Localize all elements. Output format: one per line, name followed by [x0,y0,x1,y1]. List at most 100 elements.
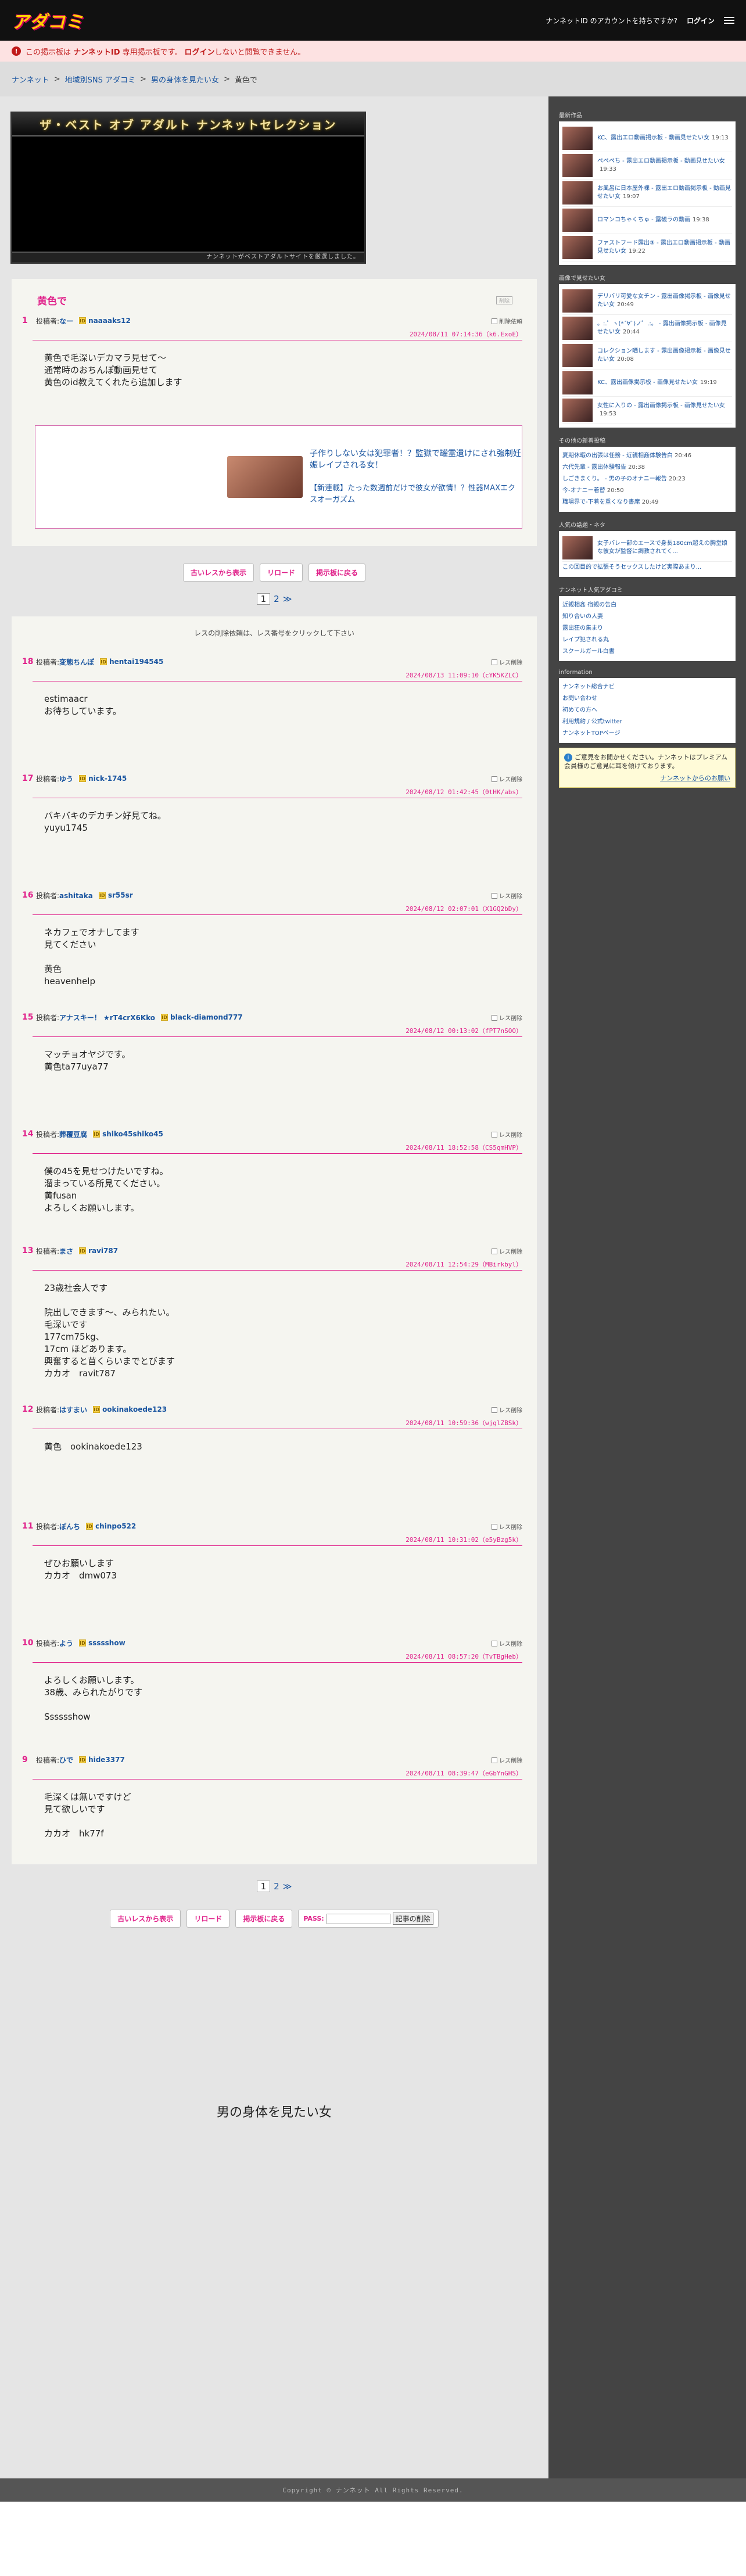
checkbox-icon[interactable] [492,318,497,324]
sidebar-link[interactable]: 近親相姦 宿親の告白 [562,600,732,611]
breadcrumb-item[interactable]: 男の身体を見たい女 [151,74,219,85]
post-id[interactable]: ID chinpo522 [86,1522,136,1530]
page-next[interactable]: 2 [274,1881,279,1892]
post-delete[interactable]: レス削除 [492,1247,522,1255]
post-id[interactable]: ID hentai194545 [100,658,163,666]
post-id[interactable]: ID sr55sr [98,891,133,899]
sidebar-item[interactable]: 。:.゜ヽ(*´∀`)ノ゜.:。 - 露出画像掲示板 - 画像見せたい女 20:4… [562,315,732,342]
old-first-button[interactable]: 古いレスから表示 [182,564,254,582]
post-id[interactable]: ID ssssshow [79,1639,125,1647]
sidebar-link[interactable]: レイプ犯される丸 [562,634,732,646]
sidebar-item[interactable]: 女子バレー部のエースで身長180cm超えの胸堂娘な彼女が監督に調教されてく... [562,534,732,562]
back-button[interactable]: 掲示板に戻る [235,1910,293,1928]
sidebar-item[interactable]: お風呂に日本屋外裸 - 露出エロ動画掲示板 - 動画見せたい女 19:07 [562,180,732,207]
ad-text[interactable]: 子作りしない女は犯罪者！？監獄で罐霊遺けにされ強制妊娠レイプされる女！ 【新連載… [310,448,522,506]
thumbnail[interactable] [562,209,593,232]
post-id[interactable]: ID nick-1745 [79,774,127,783]
sidebar-link[interactable]: ナンネット総合ナビ [562,681,732,693]
site-logo[interactable]: アダコミ [12,8,84,33]
menu-icon[interactable] [724,17,734,24]
post-number[interactable]: 13 [22,1246,33,1255]
old-first-button[interactable]: 古いレスから表示 [110,1910,181,1928]
thumbnail[interactable] [562,289,593,313]
remove-icon[interactable]: 削除 [496,296,512,304]
thumbnail[interactable] [562,536,593,559]
checkbox-icon[interactable] [492,776,497,782]
checkbox-icon[interactable] [492,1131,497,1138]
sidebar-item[interactable]: コレクション晒します - 露出画像掲示板 - 画像見せたい女 20:08 [562,342,732,369]
checkbox-icon[interactable] [492,1523,497,1530]
reload-button[interactable]: リロード [186,1910,230,1928]
post-number[interactable]: 1 [22,316,30,325]
post-delete[interactable]: レス削除 [492,1013,522,1022]
checkbox-icon[interactable] [492,892,497,899]
thumbnail[interactable] [562,154,593,177]
page-next[interactable]: 2 [274,594,279,604]
pass-input[interactable] [326,1913,390,1924]
page-arrow[interactable]: ≫ [283,1881,292,1892]
sidebar-item[interactable]: KC、露出画像掲示板 - 画像見せたい女 19:19 [562,369,732,397]
ad-image[interactable] [227,456,303,498]
sidebar-link[interactable]: この回目的で拡張そうセックスしたけど実際あまり... [562,562,732,573]
post-delete[interactable]: 削除依頼 [492,317,522,325]
checkbox-icon[interactable] [492,1014,497,1021]
no-account-text[interactable]: ナンネットID のアカウントを持ちですか? [546,16,677,26]
post-delete[interactable]: レス削除 [492,1756,522,1764]
sidebar-item[interactable]: ペペペち - 露出エロ動画掲示板 - 動画見せたい女19:33 [562,152,732,180]
thumbnail[interactable] [562,317,593,340]
notice-login-link[interactable]: ログイン [184,48,214,57]
sidebar-link[interactable]: 職場界で-下着を重くなり書席 20:49 [562,497,732,508]
breadcrumb-item[interactable]: 地域別SNS アダコミ [65,74,135,85]
sidebar-link[interactable]: 夏期休暇の出張は任務 - 近親相姦体験告白 20:46 [562,450,732,462]
sidebar-link[interactable]: 利用規約 / 公式twitter [562,716,732,728]
reload-button[interactable]: リロード [259,564,303,582]
thumbnail[interactable] [562,236,593,259]
post-id[interactable]: ID black-diamond777 [161,1013,243,1021]
page-arrow[interactable]: ≫ [283,594,292,604]
feedback-link[interactable]: ナンネットからのお願い [564,774,730,783]
checkbox-icon[interactable] [492,1640,497,1646]
sidebar-link[interactable]: 六代先輩 - 露出体験報告 20:38 [562,462,732,473]
inline-ad[interactable]: 子作りしない女は犯罪者！？監獄で罐霊遺けにされ強制妊娠レイプされる女！ 【新連載… [35,425,522,529]
post-number[interactable]: 12 [22,1405,33,1414]
back-button[interactable]: 掲示板に戻る [309,564,366,582]
post-number[interactable]: 11 [22,1522,33,1531]
post-id[interactable]: ID hide3377 [79,1756,125,1764]
thumbnail[interactable] [562,399,593,422]
post-id[interactable]: ID naaaaks12 [79,317,131,325]
thumbnail[interactable] [562,127,593,150]
checkbox-icon[interactable] [492,1407,497,1413]
ad-banner[interactable]: ザ・ベスト オブ アダルト ナンネットセレクション ナンネットがベストアダルトサ… [10,112,366,264]
post-number[interactable]: 18 [22,657,33,666]
post-id[interactable]: ID shiko45shiko45 [93,1130,163,1138]
sidebar-link[interactable]: スクールガール白書 [562,646,732,658]
checkbox-icon[interactable] [492,659,497,665]
sidebar-item[interactable]: ファストフード露出③ - 露出エロ動画掲示板 - 動画見せたい女 19:22 [562,234,732,261]
thumbnail[interactable] [562,181,593,204]
post-delete[interactable]: レス削除 [492,1639,522,1648]
sidebar-link[interactable]: しごきまくり。 - 男の子のオナニー報告 20:23 [562,473,732,485]
post-number[interactable]: 9 [22,1755,30,1764]
post-id[interactable]: ID ravi787 [79,1247,118,1255]
sidebar-item[interactable]: ロマンコちゃくちゅ - 露観ラの動画 19:38 [562,207,732,234]
post-delete[interactable]: レス削除 [492,1130,522,1139]
sidebar-item[interactable]: デリバリ可愛な女チン - 露出画像掲示板 - 画像見せたい女 20:49 [562,288,732,315]
sidebar-item[interactable]: 女性に入りの - 露出画像掲示板 - 画像見せたい女19:53 [562,397,732,424]
post-number[interactable]: 14 [22,1129,33,1139]
post-number[interactable]: 10 [22,1638,33,1648]
sidebar-link[interactable]: お問い合わせ [562,693,732,705]
post-delete[interactable]: レス削除 [492,1405,522,1414]
sidebar-item[interactable]: KC、露出エロ動画掲示板 - 動画見せたい女 19:13 [562,125,732,152]
checkbox-icon[interactable] [492,1757,497,1763]
post-id[interactable]: ID ookinakoede123 [93,1405,167,1413]
thumbnail[interactable] [562,344,593,367]
sidebar-link[interactable]: 知り合いの人妻 [562,611,732,623]
thumbnail[interactable] [562,371,593,394]
delete-button[interactable]: 記事の削除 [392,1913,433,1925]
checkbox-icon[interactable] [492,1248,497,1254]
post-delete[interactable]: レス削除 [492,658,522,666]
post-delete[interactable]: レス削除 [492,774,522,783]
breadcrumb-item[interactable]: ナンネット [12,74,49,85]
sidebar-link[interactable]: ナンネットTOPページ [562,728,732,740]
sidebar-link[interactable]: 初めての方へ [562,705,732,716]
